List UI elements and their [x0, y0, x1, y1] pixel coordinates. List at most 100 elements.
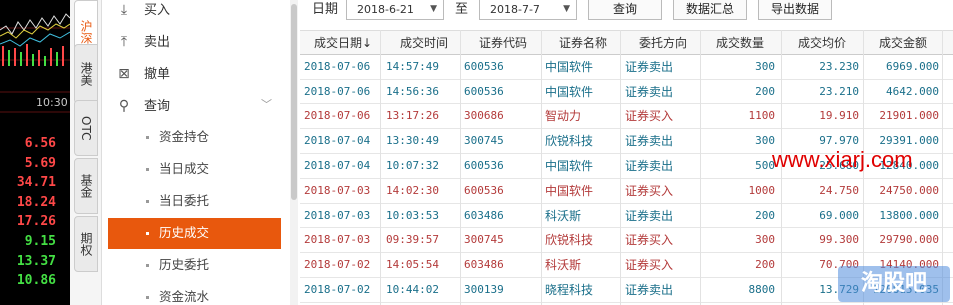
table-cell: 24750.000	[879, 183, 939, 197]
column-header[interactable]: 成交均价	[785, 31, 859, 56]
price-value: 10.86	[16, 273, 56, 289]
table-cell: 2018-07-06	[304, 109, 371, 123]
sub-item-today-deals[interactable]: 当日成交	[146, 153, 209, 185]
table-cell: 300139	[464, 282, 504, 296]
table-cell: 14:56:36	[386, 84, 439, 98]
market-chart-panel: 10:30 6.56 5.69 34.71 18.24 17.26 9.15 13.37 10…	[0, 0, 70, 305]
table-cell: 200	[755, 258, 775, 272]
tab-otc[interactable]: OTC	[74, 100, 98, 156]
table-cell: 10:44:02	[386, 282, 439, 296]
table-cell: 4642.000	[886, 84, 939, 98]
menu-scroll-thumb[interactable]	[291, 4, 297, 200]
table-cell: 1000	[748, 183, 776, 197]
table-cell: 2018-07-06	[304, 84, 371, 98]
table-cell: 99.300	[819, 233, 859, 247]
market-tabs: 沪深 港美 OTC 基金 期权	[70, 0, 102, 305]
table-cell: 证券卖出	[625, 282, 674, 297]
start-date-value: 2018-6-21	[357, 3, 414, 16]
start-date-picker[interactable]: 2018-6-21 ▼	[346, 0, 444, 20]
menu-scrollbar[interactable]	[290, 0, 298, 305]
menu-query-label: 查询	[144, 99, 171, 114]
date-filter-bar: 日期 2018-6-21 ▼ 至 2018-7-7 ▼ 查询 数据汇总 导出数据	[300, 0, 953, 24]
date-label: 日期	[312, 2, 339, 17]
table-cell: 300	[755, 233, 775, 247]
menu-sell[interactable]: ⤒ 卖出	[116, 26, 170, 58]
dropdown-arrow-icon: ▼	[563, 4, 570, 14]
download-icon: ⤓	[120, 2, 128, 18]
table-cell: 603486	[464, 258, 504, 272]
sub-item-positions[interactable]: 资金持仓	[146, 121, 209, 153]
chevron-down-icon[interactable]: ﹀	[261, 96, 272, 112]
table-row[interactable]: 2018-07-06 14:56:36 600536 中国软件 证券卖出 200 23.21…	[300, 80, 953, 105]
table-cell: 13800.000	[879, 208, 939, 222]
menu-query[interactable]: ⚲ 查询	[116, 90, 170, 122]
table-cell: 14:02:30	[386, 183, 439, 197]
table-row[interactable]: 2018-07-03 14:02:30 600536 中国软件 证券买入 1000 24.7…	[300, 179, 953, 204]
table-cell: 证券卖出	[625, 59, 674, 74]
end-date-value: 2018-7-7	[490, 3, 540, 16]
table-cell: 300686	[464, 109, 504, 123]
table-cell: 2018-07-02	[304, 282, 371, 296]
export-button[interactable]: 导出数据	[758, 0, 832, 20]
table-cell: 600536	[464, 84, 504, 98]
table-cell: 科沃斯	[545, 258, 582, 273]
table-cell: 300	[755, 134, 775, 148]
table-cell: 09:39:57	[386, 233, 439, 247]
table-cell: 14:05:54	[386, 258, 439, 272]
table-row[interactable]: 2018-07-03 09:39:57 300745 欣锐科技 证券买入 300 99.30…	[300, 228, 953, 254]
menu-cancel-label: 撤单	[144, 67, 171, 82]
column-header[interactable]: 证券名称	[545, 31, 621, 56]
table-cell: 中国软件	[545, 84, 594, 99]
table-cell: 晓程科技	[545, 282, 594, 297]
price-value: 9.15	[24, 233, 56, 249]
table-cell: 200	[755, 84, 775, 98]
search-icon: ⚲	[118, 98, 130, 114]
table-row[interactable]: 2018-07-06 14:57:49 600536 中国软件 证券卖出 300 23.23…	[300, 55, 953, 80]
table-cell: 科沃斯	[545, 208, 582, 223]
table-cell: 10:07:32	[386, 158, 439, 172]
sub-item-fund-flow[interactable]: 资金流水	[146, 281, 209, 305]
table-cell: 13:30:49	[386, 134, 439, 148]
tab-hk-us[interactable]: 港美	[74, 44, 98, 104]
tab-options[interactable]: 期权	[74, 216, 98, 272]
table-cell: 2018-07-04	[304, 158, 371, 172]
table-cell: 6969.000	[886, 59, 939, 73]
menu-buy[interactable]: ⤓ 买入	[116, 0, 170, 26]
menu-cancel[interactable]: ⊠ 撤单	[116, 58, 170, 90]
end-date-picker[interactable]: 2018-7-7 ▼	[479, 0, 577, 20]
table-cell: 证券买入	[625, 109, 674, 124]
table-cell: 29790.000	[879, 233, 939, 247]
sub-item-today-orders[interactable]: 当日委托	[146, 185, 209, 217]
sub-item-history-orders[interactable]: 历史委托	[146, 249, 209, 281]
table-cell: 证券卖出	[625, 158, 674, 173]
table-cell: 证券买入	[625, 183, 674, 198]
table-cell: 2018-07-04	[304, 134, 371, 148]
column-header[interactable]: 成交时间	[386, 31, 462, 56]
to-label: 至	[455, 2, 469, 17]
price-value: 6.56	[24, 136, 56, 151]
column-header[interactable]: 成交日期↓	[304, 31, 382, 56]
upload-icon: ⤒	[120, 34, 128, 50]
query-button[interactable]: 查询	[588, 0, 662, 20]
price-value: 34.71	[16, 175, 56, 191]
table-cell: 19.910	[819, 109, 859, 123]
column-header[interactable]: 成交数量	[705, 31, 775, 56]
table-cell: 证券卖出	[625, 84, 674, 99]
price-value: 13.37	[16, 253, 56, 269]
table-row[interactable]: 2018-07-06 13:17:26 300686 智动力 证券买入 1100 19.91…	[300, 104, 953, 130]
table-cell: 2018-07-06	[304, 59, 371, 73]
menu-buy-label: 买入	[144, 3, 171, 18]
column-header[interactable]: 证券代码	[464, 31, 542, 56]
table-cell: 2018-07-03	[304, 233, 371, 247]
tab-fund[interactable]: 基金	[74, 158, 98, 214]
table-cell: 300745	[464, 233, 504, 247]
column-header[interactable]: 委托方向	[625, 31, 701, 56]
sub-item-history-deals[interactable]: 历史成交	[146, 217, 209, 249]
column-header[interactable]: 成交金额	[867, 31, 939, 56]
price-value: 18.24	[16, 194, 56, 210]
summary-button[interactable]: 数据汇总	[673, 0, 747, 20]
table-cell: 603486	[464, 208, 504, 222]
table-cell: 中国软件	[545, 158, 594, 173]
table-row[interactable]: 2018-07-03 10:03:53 603486 科沃斯 证券卖出 200 69.000…	[300, 204, 953, 229]
table-cell: 证券卖出	[625, 134, 674, 149]
